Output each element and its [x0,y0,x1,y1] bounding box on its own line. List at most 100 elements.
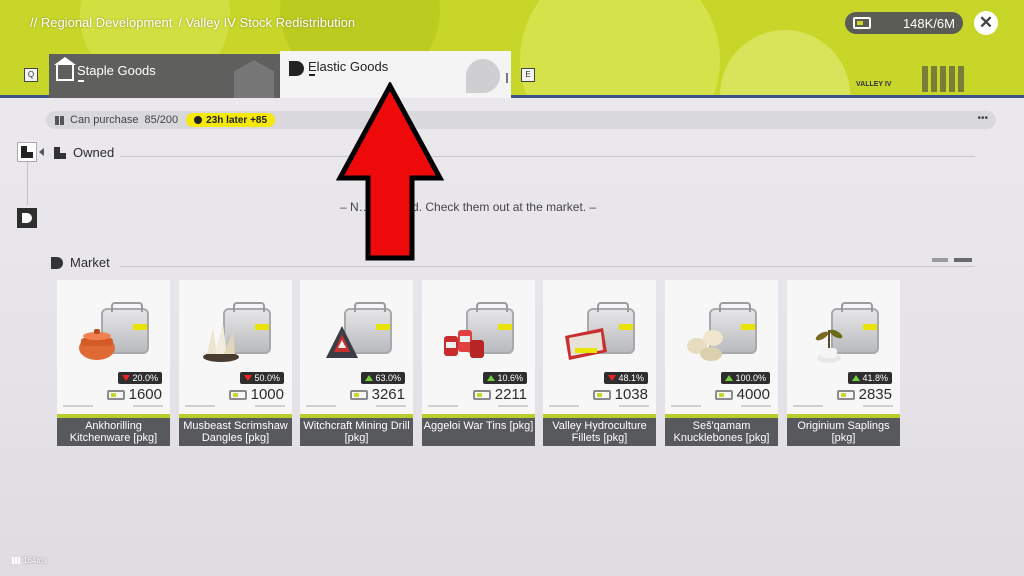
prev-tab-key-hint[interactable]: Q [24,68,38,82]
item-price-value: 4000 [736,386,770,403]
item-fineprint [185,405,285,407]
market-item-card[interactable]: 20.0% 1600 Ankhorilling Kitchenware [pkg] [57,280,170,446]
header-banner: // Regional Development / Valley IV Stoc… [0,0,1024,98]
item-price: 1000 [228,386,284,403]
price-change-text: 41.8% [862,373,888,383]
price-change-badge: 48.1% [604,372,648,384]
item-price: 3261 [349,386,405,403]
network-status: 164ms [12,556,47,565]
purchase-label: Can purchase [70,114,139,126]
elastic-icon [289,61,304,76]
item-price-value: 1600 [128,386,162,403]
header-decoration [520,0,720,98]
side-nav-indicator-icon [39,148,44,156]
price-change-badge: 10.6% [483,372,527,384]
tab-underline [309,74,315,76]
item-art [561,322,609,364]
price-change-text: 20.0% [132,373,158,383]
arrow-up-icon [725,375,734,381]
item-name: Valley Hydroculture Fillets [pkg] [543,418,656,446]
divider [120,266,975,267]
owned-title-text: Owned [73,145,115,160]
item-price-value: 2835 [858,386,892,403]
drill-icon [318,300,396,370]
breadcrumb: // Regional Development / Valley IV Stoc… [30,15,355,30]
item-fineprint [549,405,649,407]
item-name: Originium Saplings [pkg] [787,418,900,446]
owned-icon [27,152,33,158]
market-item-card[interactable]: 100.0% 4000 Seš'qamam Knucklebones [pkg] [665,280,778,446]
item-fineprint [428,405,528,407]
house-watermark-icon [234,60,274,98]
market-item-card[interactable]: 10.6% 2211 Aggeloi War Tins [pkg] [422,280,535,446]
purchase-value: 85/200 [144,114,179,126]
header-decoration [720,30,850,98]
currency-icon [472,389,491,400]
currency-value: 148K/6M [902,15,955,31]
market-item-card[interactable]: 48.1% 1038 Valley Hydroculture Fillets [pk… [543,280,656,446]
tab-staple-goods[interactable]: Staple Goods [49,54,280,98]
market-decoration [932,258,972,262]
market-item-card[interactable]: 41.8% 2835 Originium Saplings [pkg] [787,280,900,446]
purchase-limit-bar: Can purchase 85/200 23h later +85 ••• [46,111,996,129]
item-price: 4000 [714,386,770,403]
arrow-down-icon [244,375,253,381]
latency-text: 164ms [23,556,48,565]
price-change-badge: 20.0% [118,372,162,384]
tab-label: Elastic Goods [308,59,389,74]
item-price-value: 2211 [494,386,527,403]
close-icon: ✕ [978,13,994,32]
item-image-panel: 50.0% 1000 [179,280,292,418]
fillets-icon [561,300,639,370]
breadcrumb-item[interactable]: // Regional Development [30,15,172,30]
restock-timer: 23h later +85 [186,113,276,127]
pot-icon [75,300,153,370]
item-name: Aggeloi War Tins [pkg] [422,418,535,446]
item-name: Ankhorilling Kitchenware [pkg] [57,418,170,446]
item-image-panel: 20.0% 1600 [57,280,170,418]
elastic-watermark-icon [466,75,484,93]
item-name: Witchcraft Mining Drill [pkg] [300,418,413,446]
item-name: Musbeast Scrimshaw Dangles [pkg] [179,418,292,446]
arrow-up-icon [365,375,374,381]
item-image-panel: 100.0% 4000 [665,280,778,418]
price-change-badge: 50.0% [240,372,284,384]
currency-icon [228,389,247,400]
market-icon [22,213,32,223]
currency-icon [349,389,368,400]
owned-icon [21,152,27,158]
side-nav-market[interactable] [17,208,37,228]
item-fineprint [306,405,406,407]
side-nav-line [27,160,28,205]
grid-icon [55,115,64,125]
market-item-card[interactable]: 50.0% 1000 Musbeast Scrimshaw Dangles [pkg… [179,280,292,446]
item-art [440,322,488,364]
more-icon[interactable]: ••• [977,113,988,124]
close-button[interactable]: ✕ [974,11,998,35]
market-title-text: Market [70,255,110,270]
currency-display[interactable]: 148K/6M [845,12,963,34]
item-image-panel: 63.0% 3261 [300,280,413,418]
market-item-card[interactable]: 63.0% 3261 Witchcraft Mining Drill [pkg] [300,280,413,446]
owned-icon [54,146,66,159]
arrow-down-icon [122,375,131,381]
price-change-text: 100.0% [735,373,766,383]
knucklebones-icon [683,300,761,370]
arrow-up-icon [487,375,496,381]
item-art [318,322,366,364]
scrimshaw-icon [197,300,275,370]
side-nav-owned[interactable] [17,142,37,162]
arrow-down-icon [608,375,617,381]
currency-icon [714,389,733,400]
house-icon [56,65,74,81]
owned-section-title: Owned [54,145,114,160]
currency-icon [592,389,611,400]
item-fineprint [63,405,163,407]
item-fineprint [793,405,893,407]
item-art [805,322,853,364]
next-tab-key-hint[interactable]: E [521,68,535,82]
price-change-badge: 100.0% [721,372,770,384]
tins-icon [440,300,518,370]
item-price: 2835 [836,386,892,403]
item-price: 1600 [106,386,162,403]
